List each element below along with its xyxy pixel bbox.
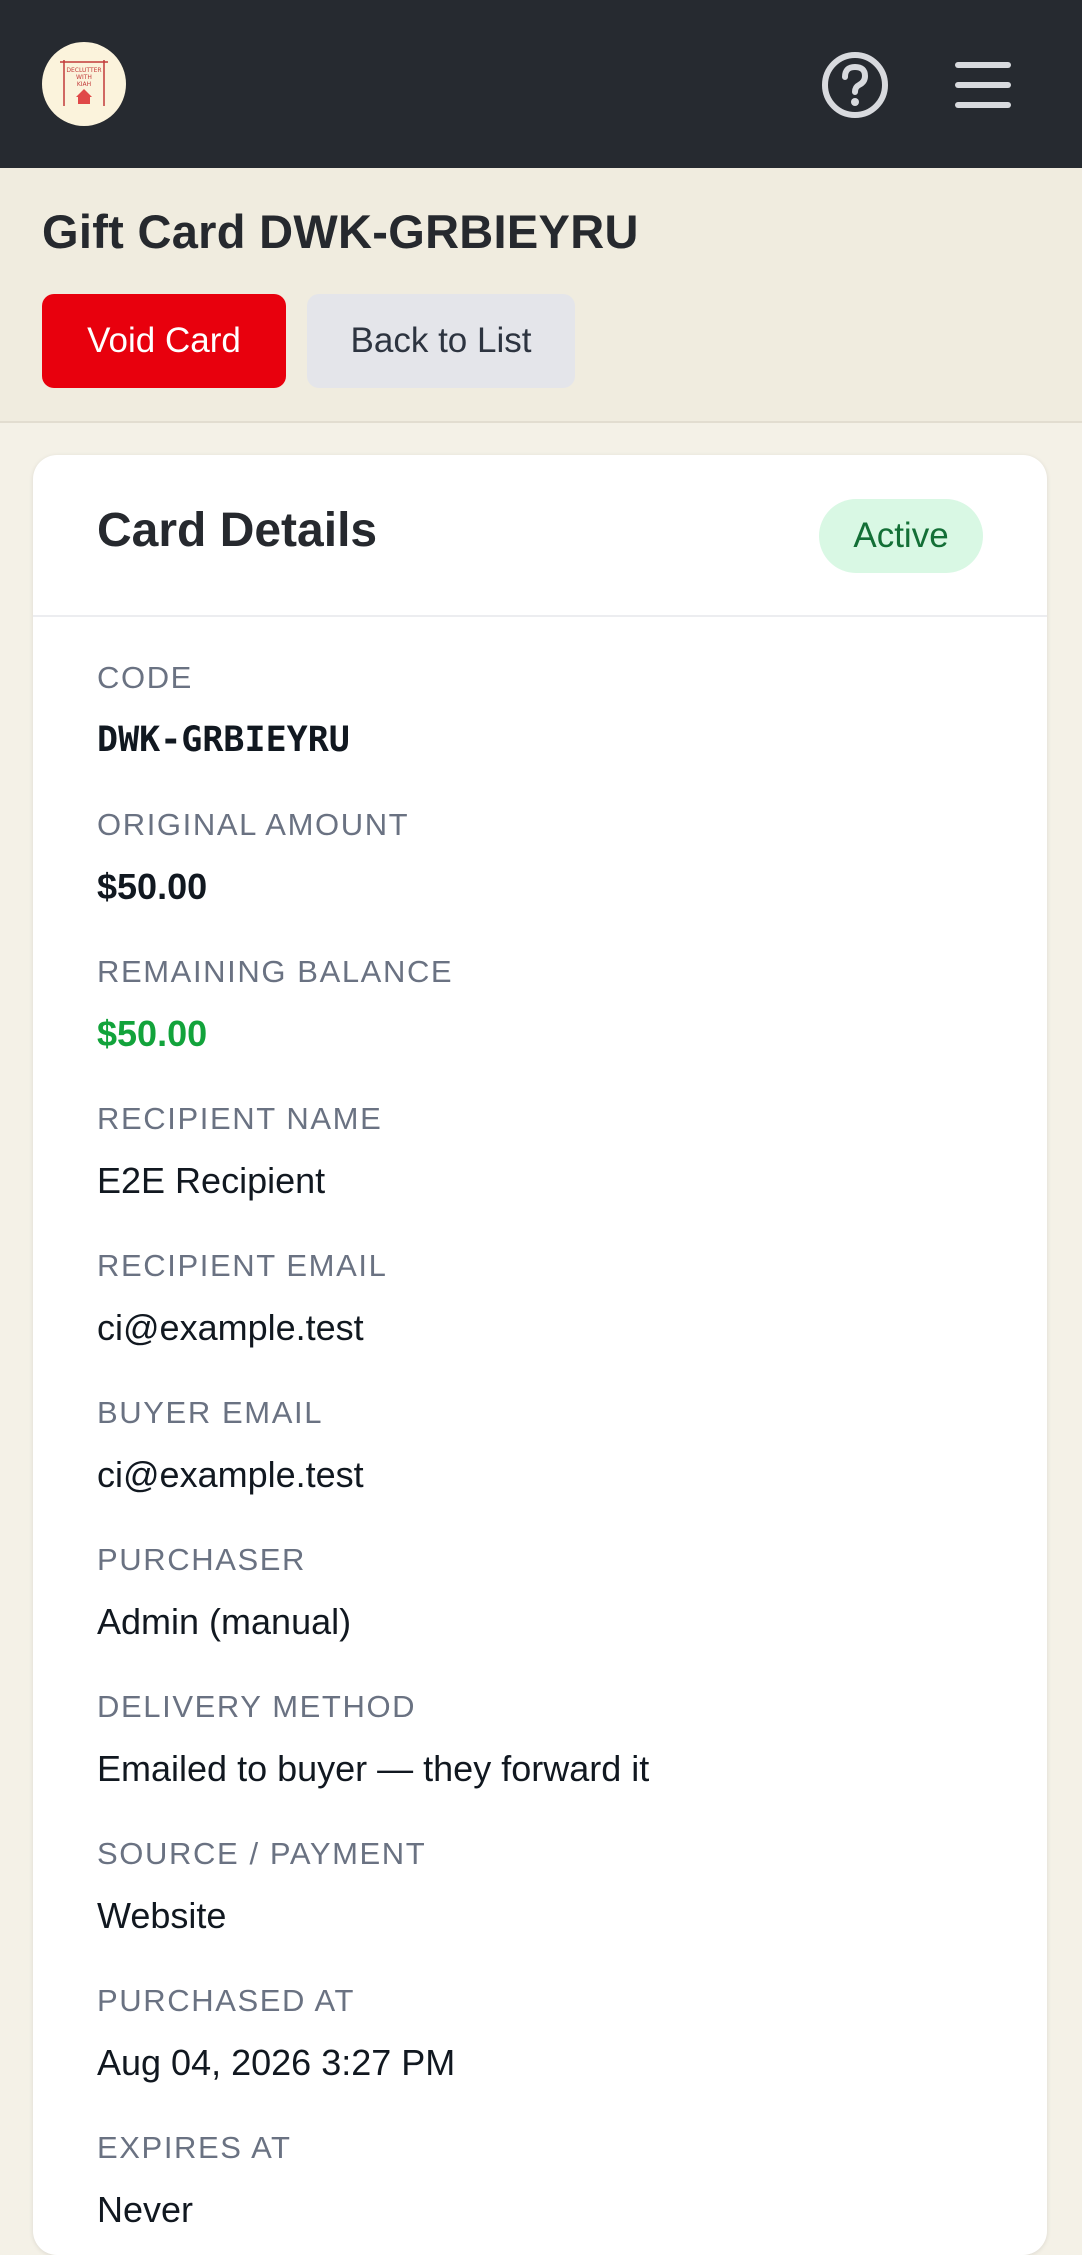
field-original-amount: Original Amount $50.00 <box>97 805 409 909</box>
purchaser-value: Admin (manual) <box>97 1601 352 1642</box>
help-button[interactable] <box>818 48 892 122</box>
purchased-at-value: Aug 04, 2026 3:27 PM <box>97 2042 456 2083</box>
recipient-name-value: E2E Recipient <box>97 1160 326 1201</box>
field-expires-at: Expires At Never <box>97 2128 292 2232</box>
field-recipient-name: Recipient Name E2E Recipient <box>97 1099 382 1203</box>
field-source-payment: Source / Payment Website <box>97 1834 426 1938</box>
logo-text-line-2: WITH <box>76 74 92 81</box>
code-value: DWK-GRBIEYRU <box>97 720 350 760</box>
card-header: Card Details Active <box>33 455 1047 617</box>
field-label: Original Amount <box>97 807 410 842</box>
field-delivery-method: Delivery Method Emailed to buyer — they … <box>97 1687 649 1791</box>
logo-text-line-1: DECLUTTER <box>66 67 101 74</box>
field-code: Code DWK-GRBIEYRU <box>97 658 350 762</box>
field-label: Code <box>97 660 193 695</box>
buyer-email-value: ci@example.test <box>97 1454 364 1495</box>
source-payment-value: Website <box>97 1895 227 1936</box>
house-icon <box>76 89 92 104</box>
status-badge: Active <box>819 499 983 573</box>
field-purchased-at: Purchased At Aug 04, 2026 3:27 PM <box>97 1981 455 2085</box>
field-label: Purchaser <box>97 1542 307 1577</box>
delivery-method-value: Emailed to buyer — they forward it <box>97 1748 650 1789</box>
field-label: Recipient Email <box>97 1248 388 1283</box>
void-card-button[interactable]: Void Card <box>42 294 286 388</box>
field-label: Expires At <box>97 2130 292 2165</box>
remaining-balance-value: $50.00 <box>97 1013 208 1054</box>
brand-logo[interactable]: DECLUTTER WITH KIAH <box>42 42 126 126</box>
recipient-email-value: ci@example.test <box>97 1307 364 1348</box>
logo-text-line-3: KIAH <box>77 81 91 88</box>
menu-button[interactable] <box>946 48 1020 122</box>
field-label: Recipient Name <box>97 1101 383 1136</box>
field-recipient-email: Recipient Email ci@example.test <box>97 1246 387 1350</box>
logo-graphic: DECLUTTER WITH KIAH <box>60 60 108 106</box>
question-circle-icon <box>822 52 888 118</box>
card-details-panel: Card Details Active Code DWK-GRBIEYRU Or… <box>33 455 1047 2255</box>
field-buyer-email: Buyer Email ci@example.test <box>97 1393 364 1497</box>
field-label: Buyer Email <box>97 1395 324 1430</box>
top-navbar: DECLUTTER WITH KIAH <box>0 0 1082 168</box>
field-purchaser: Purchaser Admin (manual) <box>97 1540 351 1644</box>
field-label: Delivery Method <box>97 1689 417 1724</box>
field-label: Remaining Balance <box>97 954 454 989</box>
original-amount-value: $50.00 <box>97 866 208 907</box>
field-label: Source / Payment <box>97 1836 427 1871</box>
field-label: Purchased At <box>97 1983 356 2018</box>
page-header: Gift Card DWK-GRBIEYRU Void Card Back to… <box>0 168 1082 423</box>
hamburger-menu-icon <box>955 62 1011 108</box>
back-to-list-button[interactable]: Back to List <box>307 294 575 388</box>
expires-at-value: Never <box>97 2189 194 2230</box>
page-title: Gift Card DWK-GRBIEYRU <box>42 205 639 258</box>
field-remaining-balance: Remaining Balance $50.00 <box>97 952 453 1056</box>
card-title: Card Details <box>97 504 378 557</box>
